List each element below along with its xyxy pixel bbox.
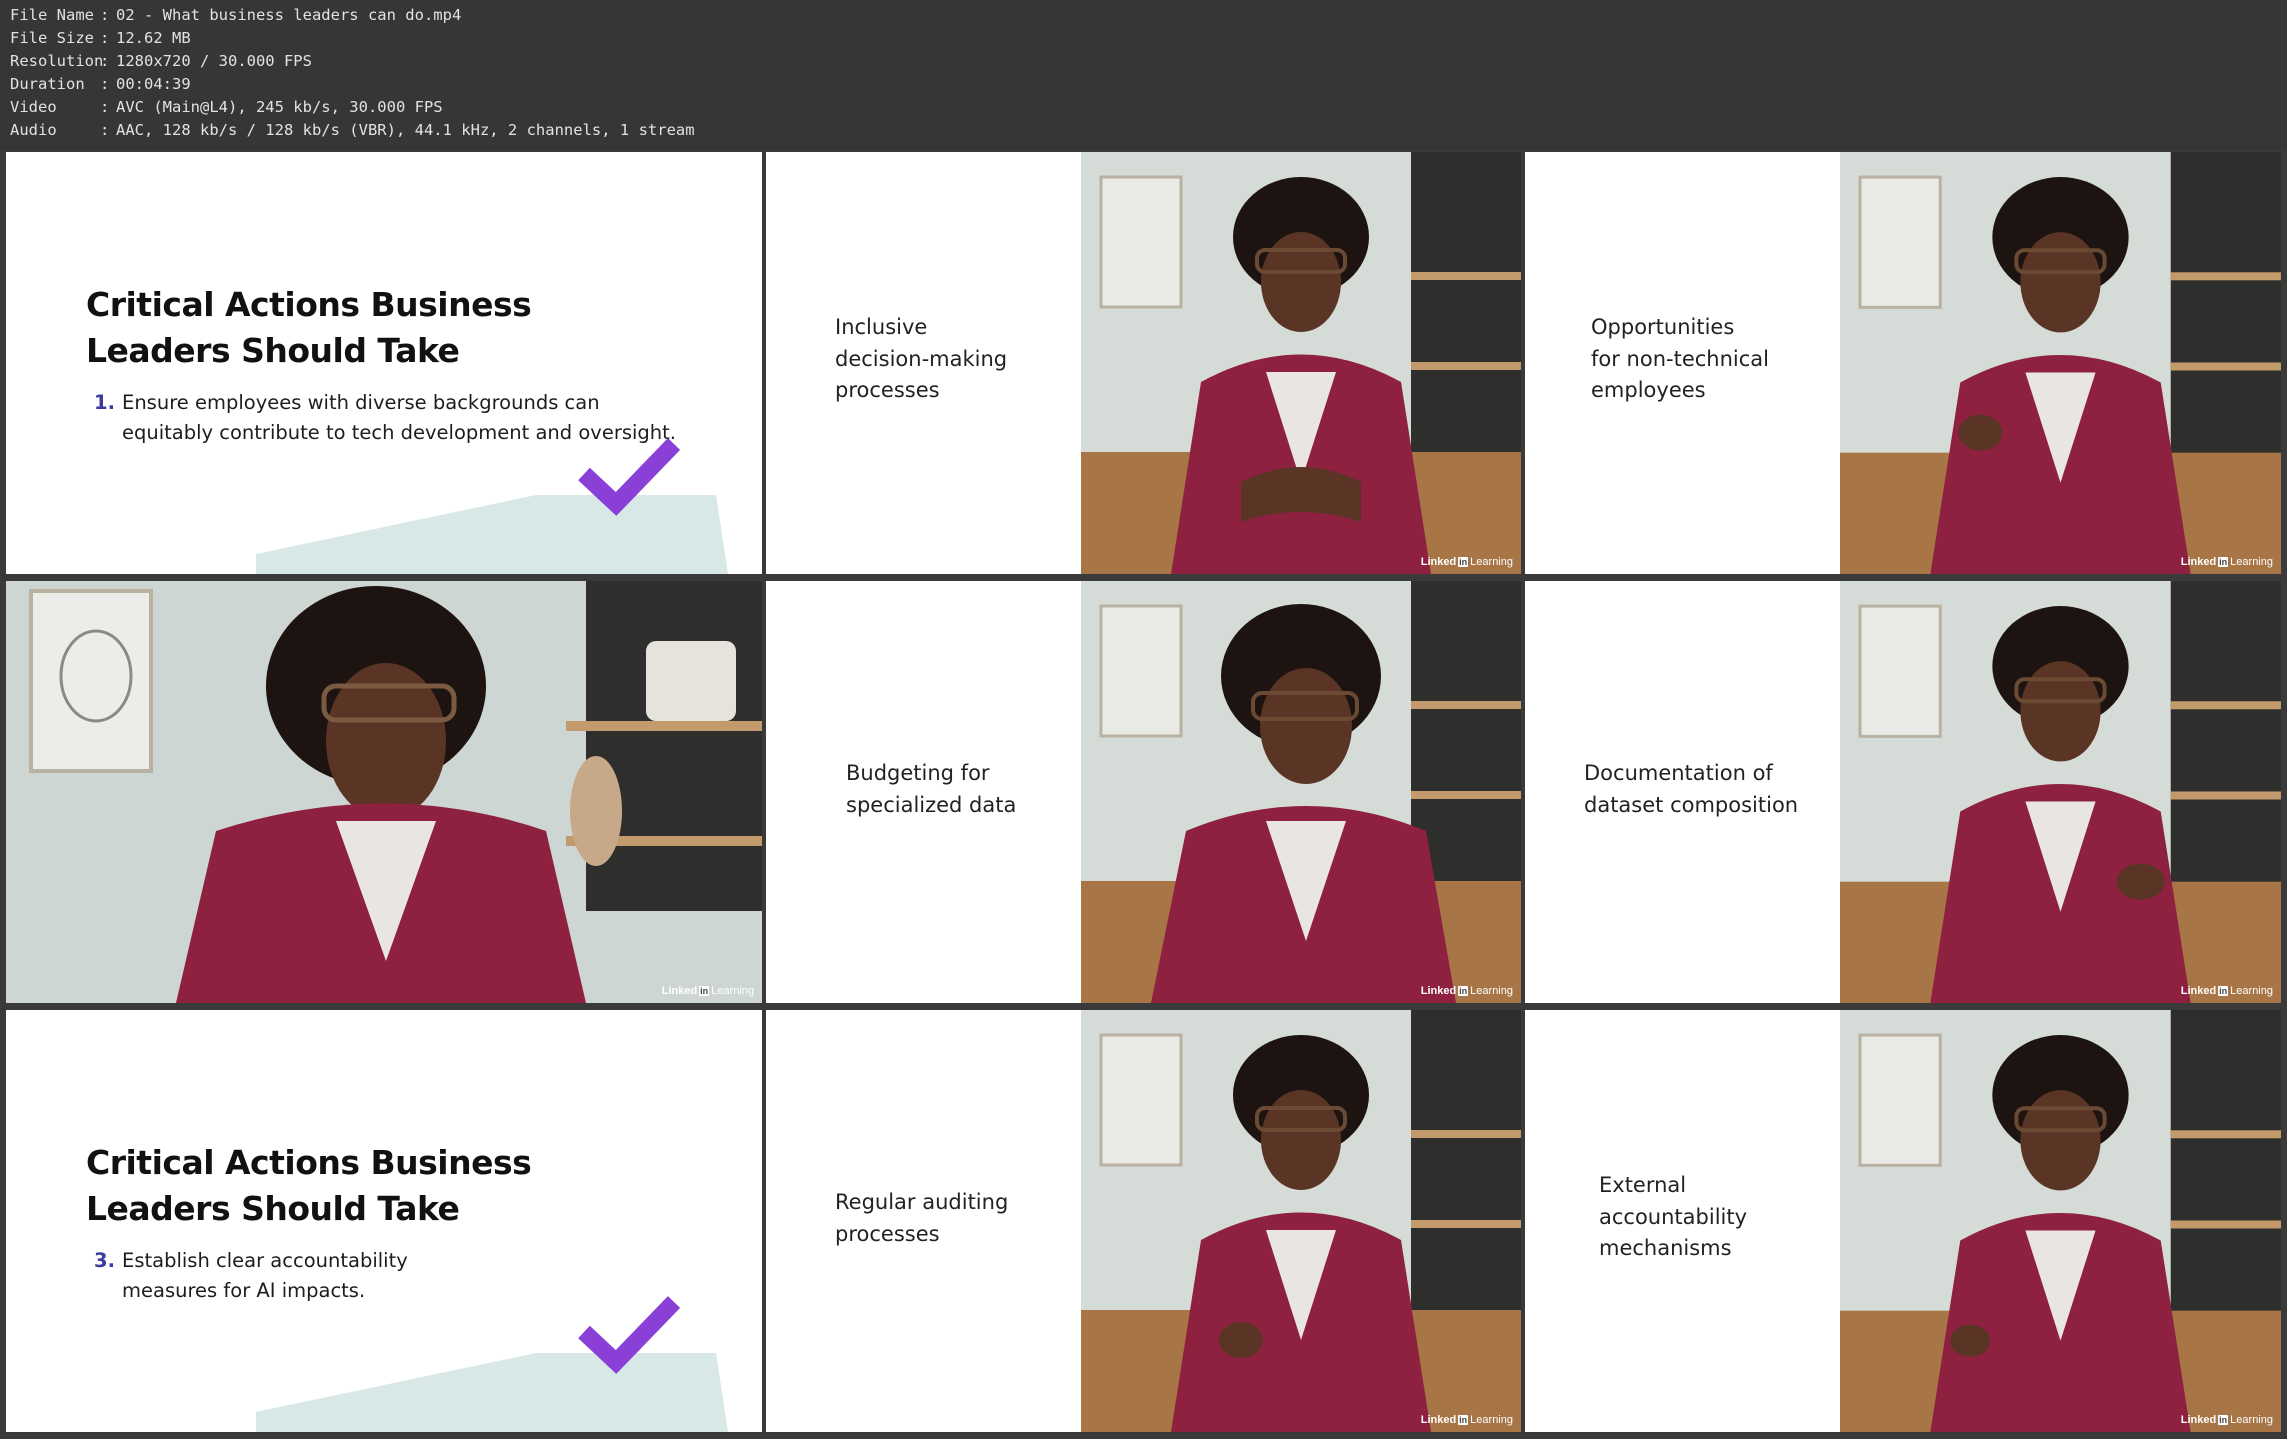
info-file-size: File Size:12.62 MB	[10, 29, 191, 47]
checkmark-icon	[578, 438, 681, 516]
thumbnail-grid: Critical Actions Business Leaders Should…	[0, 150, 2287, 1439]
info-duration: Duration:00:04:39	[10, 75, 191, 93]
thumbnail-9[interactable]: External accountability mechanisms Linke…	[1525, 1010, 2281, 1432]
caption-text: Opportunities for non-technical employee…	[1591, 315, 1769, 402]
video-frame: Linked in Learning	[1081, 152, 1521, 574]
thumbnail-slide-2[interactable]: Critical Actions Business Leaders Should…	[6, 1010, 762, 1432]
caption-panel: Opportunities for non-technical employee…	[1525, 152, 1840, 574]
thumbnail-6[interactable]: Documentation of dataset composition Lin…	[1525, 581, 2281, 1003]
video-frame: Linked in Learning	[1081, 581, 1521, 1003]
presenter-image	[1840, 1010, 2281, 1432]
presenter-image	[1081, 1010, 1521, 1432]
media-info-header: File Name:02 - What business leaders can…	[0, 0, 2287, 150]
thumbnail-slide-1[interactable]: Critical Actions Business Leaders Should…	[6, 152, 762, 574]
linkedin-learning-watermark: Linked in Learning	[1420, 985, 1513, 997]
presenter-image	[1840, 581, 2281, 1003]
presenter-image	[1840, 152, 2281, 574]
presenter-image	[1081, 581, 1521, 1003]
video-frame: Linked in Learning	[1840, 1010, 2281, 1432]
thumbnail-8[interactable]: Regular auditing processes Linked in Learn…	[766, 1010, 1521, 1432]
caption-panel: External accountability mechanisms	[1525, 1010, 1840, 1432]
video-frame: Linked in Learning	[1081, 1010, 1521, 1432]
info-resolution: Resolution: 1280x720 / 30.000 FPS	[10, 52, 312, 70]
caption-text: Documentation of dataset composition	[1584, 761, 1799, 817]
thumbnail-3[interactable]: Opportunities for non-technical employee…	[1525, 152, 2281, 574]
checkmark-icon	[578, 1296, 681, 1374]
video-frame: Linked in Learning	[1840, 581, 2281, 1003]
caption-text: Budgeting for specialized data	[846, 761, 1017, 817]
info-video: Video: AVC (Main@L4), 245 kb/s, 30.000 FP…	[10, 98, 443, 116]
caption-panel: Documentation of dataset composition	[1525, 581, 1840, 1003]
video-frame: Linked in Learning	[1840, 152, 2281, 574]
linkedin-learning-watermark: Linked in Learning	[661, 985, 754, 997]
presenter-image	[1081, 152, 1521, 574]
caption-text: Regular auditing processes	[835, 1190, 1009, 1246]
presenter-image	[6, 581, 762, 1003]
caption-panel: Regular auditing processes	[766, 1010, 1081, 1432]
caption-text: External accountability mechanisms	[1599, 1173, 1748, 1260]
linkedin-learning-watermark: Linked in Learning	[1420, 556, 1513, 568]
linkedin-learning-watermark: Linked in Learning	[1420, 1414, 1513, 1426]
caption-panel: Inclusive decision-making processes	[766, 152, 1081, 574]
linkedin-learning-watermark: Linked in Learning	[2180, 985, 2273, 997]
thumbnail-4[interactable]: Linked in Learning	[6, 581, 762, 1003]
caption-panel: Budgeting for specialized data	[766, 581, 1081, 1003]
info-file-name: File Name:02 - What business leaders can…	[10, 6, 462, 24]
thumbnail-5[interactable]: Budgeting for specialized data Linked in L…	[766, 581, 1521, 1003]
thumbnail-2[interactable]: Inclusive decision-making processes Link…	[766, 152, 1521, 574]
linkedin-learning-watermark: Linked in Learning	[2180, 1414, 2273, 1426]
caption-text: Inclusive decision-making processes	[835, 315, 1008, 402]
info-audio: Audio: AAC, 128 kb/s / 128 kb/s (VBR), 44…	[10, 121, 695, 139]
linkedin-learning-watermark: Linked in Learning	[2180, 556, 2273, 568]
